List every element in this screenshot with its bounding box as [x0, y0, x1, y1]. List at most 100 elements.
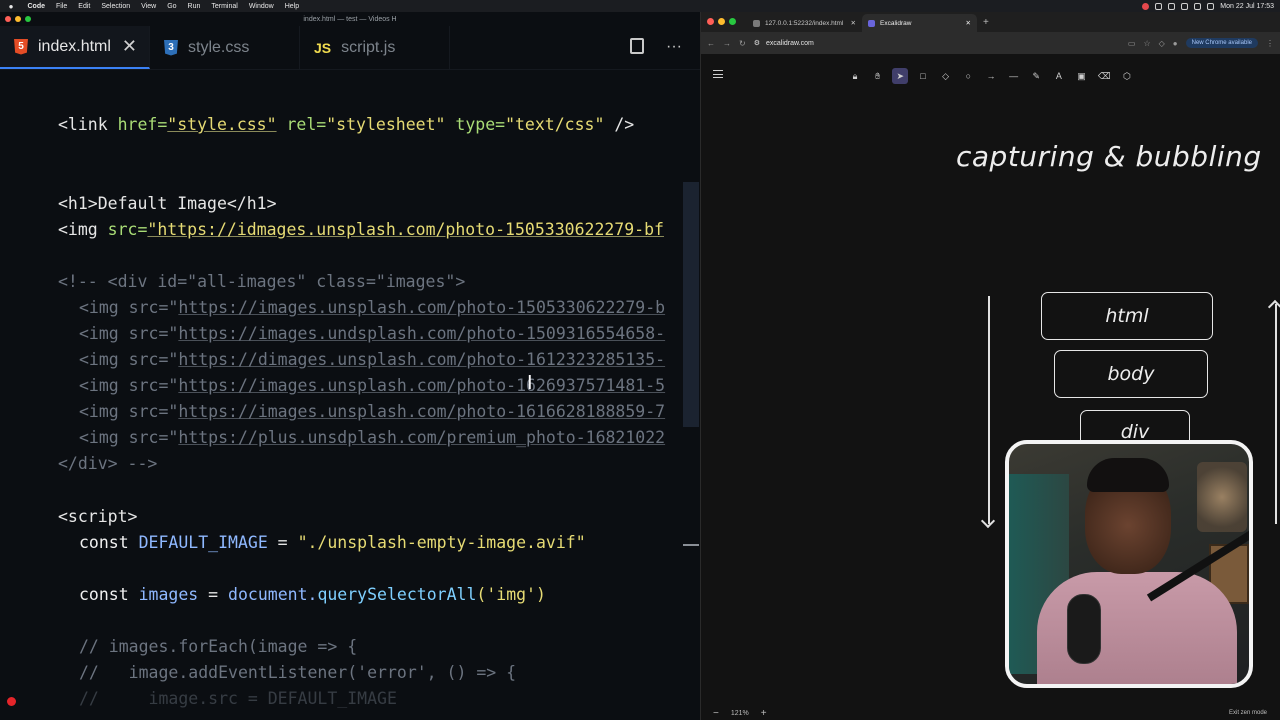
zoom-level[interactable]: 121% — [731, 710, 749, 717]
capture-arrow[interactable] — [988, 296, 990, 524]
minimize-window-icon[interactable] — [15, 16, 21, 22]
wifi-icon[interactable] — [1194, 2, 1202, 10]
menu-view[interactable]: View — [136, 3, 162, 10]
bubble-arrow[interactable] — [1275, 304, 1277, 524]
close-window-icon[interactable] — [5, 16, 11, 22]
menu-file[interactable]: File — [51, 3, 73, 10]
menu-help[interactable]: Help — [279, 3, 304, 10]
menu-dots-icon[interactable]: ⋮ — [1266, 39, 1274, 48]
tab-label: 127.0.0.1:52232/index.html — [765, 19, 844, 27]
tab-style-css[interactable]: 3 style.css — [150, 26, 300, 69]
address-actions: ▭ ☆ ◇ ● New Chrome available ⋮ — [1128, 38, 1274, 48]
tray-app-icon[interactable] — [1155, 2, 1163, 10]
code-line: const images = document.querySelectorAll… — [79, 585, 546, 604]
zoom-window-icon[interactable] — [729, 18, 736, 25]
webcam-overlay — [1005, 440, 1253, 688]
shapes-library-icon[interactable]: ⬡ — [1119, 68, 1135, 84]
menu-selection[interactable]: Selection — [96, 3, 136, 10]
exit-zen-mode-button[interactable]: Exit zen mode — [1229, 710, 1267, 716]
hamburger-menu-icon[interactable] — [713, 70, 723, 78]
address-bar: ← → ↻ ⚙ excalidraw.com ▭ ☆ ◇ ● New Chrom… — [701, 32, 1280, 54]
zoom-in-button[interactable]: + — [761, 708, 767, 719]
menu-terminal[interactable]: Terminal — [206, 3, 243, 10]
lock-icon[interactable]: 🔒︎ — [847, 68, 863, 84]
tab-label: index.html — [38, 37, 111, 55]
code-line: <img src="https://images.unsplash.com/ph… — [79, 402, 666, 421]
close-window-icon[interactable] — [707, 18, 714, 25]
menu-go[interactable]: Go — [162, 3, 182, 10]
extension-icon[interactable]: ◇ — [1159, 39, 1165, 48]
menu-bar: ● Code File Edit Selection View Go Run T… — [0, 0, 1280, 12]
editor-scrollbar[interactable] — [683, 182, 699, 427]
close-icon[interactable]: ✕ — [966, 19, 971, 27]
apple-icon[interactable]: ● — [0, 2, 22, 11]
editor-tab-bar: 5 index.html ✕ 3 style.css JS script.js … — [0, 26, 700, 70]
tray-app-icon[interactable] — [1181, 2, 1189, 10]
selection-tool-icon[interactable]: ➤ — [892, 68, 909, 84]
browser-tab-localhost[interactable]: 127.0.0.1:52232/index.html ✕ — [747, 14, 862, 32]
scrollbar-marker — [683, 544, 699, 546]
tab-label: Excalidraw — [880, 19, 912, 27]
close-icon[interactable]: ✕ — [122, 36, 137, 57]
hand-tool-icon[interactable]: ✋︎ — [870, 68, 886, 84]
code-line: <link href="style.css" rel="stylesheet" … — [58, 115, 635, 134]
tab-index-html[interactable]: 5 index.html ✕ — [0, 26, 150, 69]
zoom-window-icon[interactable] — [25, 16, 31, 22]
tab-script-js[interactable]: JS script.js — [300, 26, 450, 69]
webcam-background-lamp — [1197, 462, 1247, 532]
arrow-tool-icon[interactable]: → — [983, 68, 999, 84]
body-box[interactable]: body — [1054, 350, 1208, 398]
menu-clock[interactable]: Mon 22 Jul 17:53 — [1220, 3, 1274, 10]
split-editor-icon[interactable] — [630, 38, 645, 54]
menu-window[interactable]: Window — [243, 3, 279, 10]
chrome-update-button[interactable]: New Chrome available — [1185, 38, 1258, 48]
url-field[interactable]: ⚙ excalidraw.com — [754, 39, 814, 48]
menu-code[interactable]: Code — [22, 3, 51, 10]
html-box[interactable]: html — [1041, 292, 1213, 340]
zoom-out-button[interactable]: − — [713, 708, 719, 719]
css3-icon: 3 — [164, 39, 178, 56]
code-line: // image.src = DEFAULT_IMAGE — [79, 689, 397, 708]
text-tool-icon[interactable]: A — [1051, 68, 1067, 84]
site-info-icon[interactable]: ⚙ — [754, 39, 760, 47]
code-line: <img src="https://images.unsplash.com/ph… — [79, 298, 666, 317]
tab-label: style.css — [188, 38, 250, 56]
browser-tab-excalidraw[interactable]: Excalidraw ✕ — [862, 14, 977, 32]
record-status-icon[interactable] — [1142, 2, 1150, 10]
image-tool-icon[interactable]: ▣ — [1074, 68, 1090, 84]
code-line: // images.forEach(image => { — [79, 637, 358, 656]
new-tab-button[interactable]: + — [983, 14, 989, 32]
code-editor-window: index.html — test — Videos H 5 index.htm… — [0, 12, 700, 720]
code-line: // image.addEventListener('error', () =>… — [79, 663, 517, 682]
bookmark-star-icon[interactable]: ☆ — [1143, 39, 1150, 48]
canvas-title-text[interactable]: capturing & bubbling — [956, 140, 1262, 173]
code-line: <img src="https://dimages.unsplash.com/p… — [79, 350, 666, 369]
code-area[interactable]: <link href="style.css" rel="stylesheet" … — [0, 112, 700, 720]
install-icon[interactable]: ▭ — [1128, 39, 1136, 48]
code-line: const DEFAULT_IMAGE = "./unsplash-empty-… — [79, 533, 586, 552]
draw-tool-icon[interactable]: ✎ — [1028, 68, 1044, 84]
tray-app-icon[interactable] — [1168, 2, 1176, 10]
menu-run[interactable]: Run — [182, 3, 206, 10]
diamond-tool-icon[interactable]: ◇ — [938, 68, 954, 84]
rectangle-tool-icon[interactable]: □ — [915, 68, 931, 84]
editor-titlebar: index.html — test — Videos H — [0, 12, 700, 26]
line-tool-icon[interactable]: — — [1006, 68, 1022, 84]
more-actions-icon[interactable]: ··· — [666, 38, 682, 56]
ellipse-tool-icon[interactable]: ○ — [960, 68, 976, 84]
close-icon[interactable]: ✕ — [851, 19, 856, 27]
menu-edit[interactable]: Edit — [73, 3, 96, 10]
excalidraw-icon — [868, 19, 875, 27]
control-center-icon[interactable] — [1207, 2, 1215, 10]
code-line: <script> — [58, 507, 138, 526]
code-line: <h1>Default Image</h1> — [58, 194, 277, 213]
forward-icon[interactable]: → — [723, 39, 731, 48]
minimize-window-icon[interactable] — [718, 18, 725, 25]
window-controls — [5, 16, 31, 22]
reload-icon[interactable]: ↻ — [739, 39, 746, 48]
eraser-tool-icon[interactable]: ⌫ — [1096, 68, 1112, 84]
profile-icon[interactable]: ● — [1173, 39, 1178, 48]
globe-icon — [753, 19, 760, 27]
code-line: <img src="https://plus.unsdplash.com/pre… — [79, 428, 666, 447]
back-icon[interactable]: ← — [707, 39, 715, 48]
